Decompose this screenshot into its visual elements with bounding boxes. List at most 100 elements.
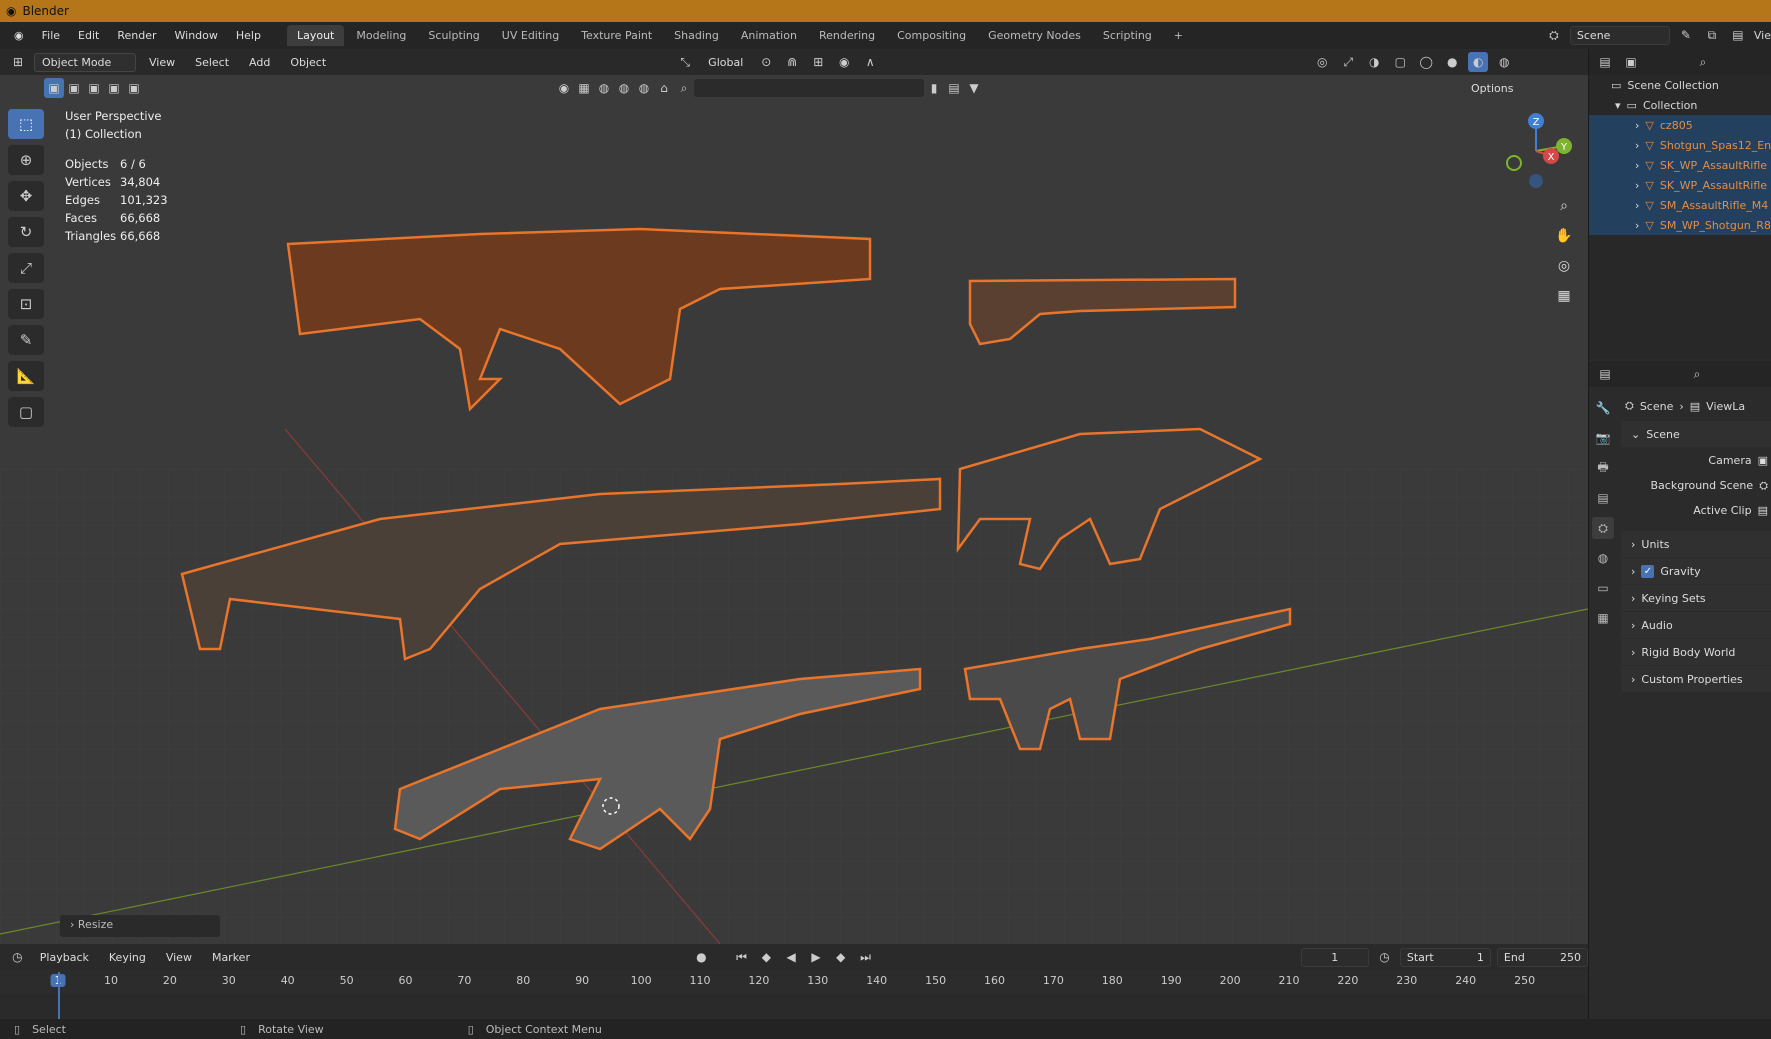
3d-viewport[interactable]: ⊞ Object Mode View Select Add Object ⤡ G… bbox=[0, 49, 1588, 944]
scene-tab-icon[interactable]: ⛭ bbox=[1592, 517, 1614, 539]
pan-hand-icon[interactable]: ✋ bbox=[1551, 223, 1577, 249]
tab-uv-editing[interactable]: UV Editing bbox=[492, 25, 569, 46]
navigation-gizmo[interactable]: Z Y X bbox=[1496, 111, 1576, 191]
menu-add[interactable]: Add bbox=[242, 54, 277, 71]
mode-selector[interactable]: Object Mode bbox=[34, 52, 136, 72]
filter-camera-icon[interactable]: ◍ bbox=[634, 78, 654, 98]
xray-icon[interactable]: ▢ bbox=[1390, 52, 1410, 72]
transform-orientation-icon[interactable]: ⤡ bbox=[675, 52, 695, 72]
search-icon[interactable]: ⌕ bbox=[674, 78, 694, 98]
new-scene-icon[interactable]: ⧉ bbox=[1702, 25, 1722, 45]
outliner-filter-icon[interactable]: ▣ bbox=[1621, 52, 1641, 72]
material-shading-icon[interactable]: ◐ bbox=[1468, 52, 1489, 72]
panel-gravity[interactable]: › ✓ Gravity bbox=[1621, 558, 1771, 584]
expand-arrow-icon[interactable]: › bbox=[1635, 219, 1639, 232]
outliner-item[interactable]: › ▽ SM_AssaultRifle_M4 bbox=[1589, 195, 1771, 215]
clip-icon[interactable]: ▤ bbox=[1758, 504, 1768, 517]
select-extend-icon[interactable]: ▣ bbox=[64, 78, 84, 98]
view-layer-icon[interactable]: ▤ bbox=[1728, 25, 1748, 45]
tab-animation[interactable]: Animation bbox=[731, 25, 807, 46]
menu-view[interactable]: View bbox=[142, 54, 182, 71]
menu-object[interactable]: Object bbox=[283, 54, 333, 71]
gizmo-toggle-icon[interactable]: ⤢ bbox=[1338, 52, 1358, 72]
cursor-tool-icon[interactable]: ⊕ bbox=[8, 145, 44, 175]
perspective-toggle-icon[interactable]: ▦ bbox=[1551, 283, 1577, 309]
menu-help[interactable]: Help bbox=[228, 26, 269, 45]
annotate-tool-icon[interactable]: ✎ bbox=[8, 325, 44, 355]
measure-tool-icon[interactable]: 📐 bbox=[8, 361, 44, 391]
wireframe-shading-icon[interactable]: ◯ bbox=[1416, 52, 1436, 72]
marker-menu[interactable]: Marker bbox=[205, 949, 257, 966]
collection-tab-icon[interactable]: ▭ bbox=[1592, 577, 1614, 599]
prev-keyframe-icon[interactable]: ◆ bbox=[757, 947, 776, 967]
scene-icon[interactable]: ⛭ bbox=[1759, 479, 1768, 493]
expand-arrow-icon[interactable]: › bbox=[1635, 179, 1639, 192]
background-scene-field[interactable]: Background Scene ⛭ bbox=[1621, 473, 1771, 498]
panel-scene[interactable]: ⌄ Scene bbox=[1621, 421, 1771, 447]
editor-type-icon[interactable]: ⊞ bbox=[8, 52, 28, 72]
last-operator-panel[interactable]: › Resize bbox=[60, 915, 220, 937]
outliner-scene-collection[interactable]: ▭ Scene Collection bbox=[1589, 75, 1771, 95]
rotate-tool-icon[interactable]: ↻ bbox=[8, 217, 44, 247]
filter-light-icon[interactable]: ◍ bbox=[614, 78, 634, 98]
menu-file[interactable]: File bbox=[34, 26, 68, 45]
camera-icon[interactable]: ▣ bbox=[1758, 454, 1768, 467]
filter-object-type-icon[interactable]: ◉ bbox=[554, 78, 574, 98]
zoom-icon[interactable]: ⌕ bbox=[1551, 193, 1577, 219]
select-new-icon[interactable]: ▣ bbox=[44, 78, 64, 98]
panel-audio[interactable]: › Audio bbox=[1621, 612, 1771, 638]
bookmark-icon[interactable]: ▮ bbox=[924, 78, 944, 98]
play-reverse-icon[interactable]: ◀ bbox=[782, 947, 801, 967]
snap-target-icon[interactable]: ⊞ bbox=[808, 52, 828, 72]
timeline-editor-type-icon[interactable]: ◷ bbox=[8, 947, 27, 967]
filter-curve-icon[interactable]: ◍ bbox=[594, 78, 614, 98]
expand-arrow-icon[interactable]: › bbox=[1635, 139, 1639, 152]
filter-mesh-icon[interactable]: ▦ bbox=[574, 78, 594, 98]
tab-texture-paint[interactable]: Texture Paint bbox=[571, 25, 662, 46]
filter-empty-icon[interactable]: ⌂ bbox=[654, 78, 674, 98]
transform-orientation[interactable]: Global bbox=[701, 54, 750, 71]
keying-menu[interactable]: Keying bbox=[102, 949, 153, 966]
frame-ruler[interactable]: 1102030405060708090100110120130140150160… bbox=[0, 970, 1588, 994]
select-box-tool-icon[interactable]: ⬚ bbox=[8, 109, 44, 139]
snap-icon[interactable]: ⋒ bbox=[782, 52, 802, 72]
tab-scripting[interactable]: Scripting bbox=[1093, 25, 1162, 46]
next-keyframe-icon[interactable]: ◆ bbox=[831, 947, 850, 967]
select-intersect-icon[interactable]: ▣ bbox=[124, 78, 144, 98]
panel-rigid-body-world[interactable]: › Rigid Body World bbox=[1621, 639, 1771, 665]
outliner-display-mode-icon[interactable]: ▤ bbox=[1595, 52, 1615, 72]
proportional-edit-icon[interactable]: ◉ bbox=[834, 52, 854, 72]
view-layer-name[interactable]: Vie bbox=[1754, 29, 1771, 42]
scene-name-field[interactable]: Scene bbox=[1569, 25, 1670, 45]
tab-shading[interactable]: Shading bbox=[664, 25, 729, 46]
pin-icon[interactable]: ✎ bbox=[1676, 25, 1696, 45]
current-frame-field[interactable]: 1 bbox=[1300, 947, 1370, 967]
scale-tool-icon[interactable]: ⤢ bbox=[8, 253, 44, 283]
falloff-icon[interactable]: ∧ bbox=[860, 52, 880, 72]
timeline-view-menu[interactable]: View bbox=[159, 949, 199, 966]
blender-menu-icon[interactable]: ◉ bbox=[6, 26, 32, 45]
jump-end-icon[interactable]: ⏭ bbox=[856, 947, 875, 967]
properties-editor-type-icon[interactable]: ▤ bbox=[1595, 364, 1615, 384]
outliner-item[interactable]: › ▽ Shotgun_Spas12_En bbox=[1589, 135, 1771, 155]
select-invert-icon[interactable]: ▣ bbox=[104, 78, 124, 98]
jump-start-icon[interactable]: ⏮ bbox=[732, 947, 751, 967]
menu-select[interactable]: Select bbox=[188, 54, 236, 71]
add-cube-tool-icon[interactable]: ▢ bbox=[8, 397, 44, 427]
filter-icon[interactable]: ▼ bbox=[964, 78, 984, 98]
tab-geometry-nodes[interactable]: Geometry Nodes bbox=[978, 25, 1091, 46]
camera-field[interactable]: Camera ▣ bbox=[1621, 448, 1771, 473]
tab-compositing[interactable]: Compositing bbox=[887, 25, 976, 46]
pivot-icon[interactable]: ⊙ bbox=[756, 52, 776, 72]
expand-arrow-icon[interactable]: › bbox=[1635, 119, 1639, 132]
outliner-item[interactable]: › ▽ SM_WP_Shotgun_R8 bbox=[1589, 215, 1771, 235]
expand-arrow-icon[interactable]: › bbox=[1635, 159, 1639, 172]
panel-units[interactable]: › Units bbox=[1621, 531, 1771, 557]
menu-edit[interactable]: Edit bbox=[70, 26, 107, 45]
panel-keying-sets[interactable]: › Keying Sets bbox=[1621, 585, 1771, 611]
camera-view-icon[interactable]: ◎ bbox=[1551, 253, 1577, 279]
tab-rendering[interactable]: Rendering bbox=[809, 25, 885, 46]
menu-render[interactable]: Render bbox=[109, 26, 164, 45]
overlay-toggle-icon[interactable]: ◑ bbox=[1364, 52, 1384, 72]
add-workspace-icon[interactable]: + bbox=[1164, 25, 1193, 46]
